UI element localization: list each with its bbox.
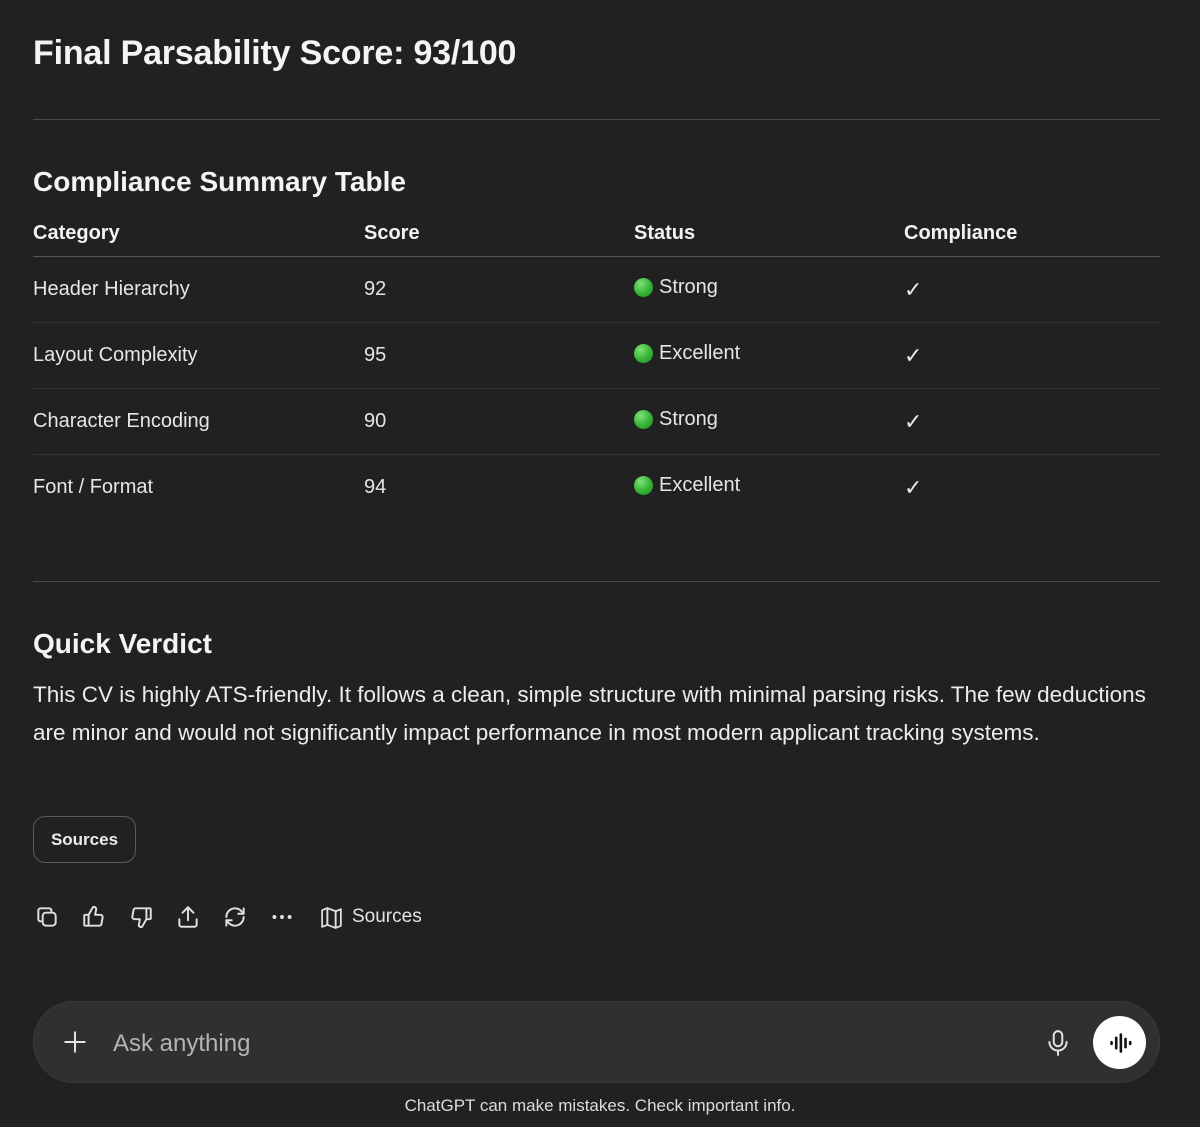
score-cell: 92 — [364, 256, 634, 323]
check-icon: ✓ — [904, 388, 1160, 455]
verdict-heading: Quick Verdict — [33, 628, 212, 659]
thumbs-up-icon[interactable] — [80, 903, 108, 931]
column-header-compliance: Compliance — [904, 210, 1160, 257]
category-cell: Font / Format — [33, 476, 154, 498]
ask-input[interactable] — [111, 1022, 995, 1066]
regenerate-icon[interactable] — [221, 903, 249, 931]
column-header-status: Status — [634, 210, 904, 257]
table-row: Character Encoding 90 Strong ✓ — [33, 388, 1160, 455]
compliance-heading: Compliance Summary Table — [33, 166, 406, 197]
status-label: Excellent — [659, 342, 741, 364]
table-row: Font / Format 94 Excellent ✓ — [33, 455, 1160, 521]
composer — [33, 1001, 1160, 1083]
disclaimer-text: ChatGPT can make mistakes. Check importa… — [404, 1096, 796, 1115]
status-label: Excellent — [659, 474, 741, 496]
check-icon: ✓ — [904, 322, 1160, 389]
divider — [33, 119, 1160, 120]
copy-icon[interactable] — [33, 903, 61, 931]
green-circle-icon — [634, 476, 653, 495]
verdict-text: This CV is highly ATS-friendly. It follo… — [33, 682, 1146, 745]
thumbs-down-icon[interactable] — [127, 903, 155, 931]
sources-button[interactable]: Sources — [33, 816, 136, 863]
book-icon — [321, 906, 342, 929]
status-label: Strong — [659, 408, 718, 430]
status-cell: Excellent — [634, 455, 904, 521]
green-circle-icon — [634, 278, 653, 297]
more-icon[interactable] — [268, 903, 296, 931]
voice-mode-button[interactable] — [1093, 1016, 1146, 1069]
divider — [33, 581, 1160, 582]
status-cell: Strong — [634, 256, 904, 323]
share-icon[interactable] — [174, 903, 202, 931]
sources-action-label: Sources — [352, 906, 422, 927]
voice-waveform-icon — [1109, 1032, 1131, 1053]
status-cell: Excellent — [634, 322, 904, 389]
sources-action-button[interactable]: Sources — [319, 905, 422, 930]
score-cell: 94 — [364, 476, 387, 498]
final-score-heading: Final Parsability Score: 93/100 — [33, 34, 517, 72]
green-circle-icon — [634, 344, 653, 363]
category-cell: Layout Complexity — [33, 322, 364, 389]
column-header-category: Category — [33, 210, 364, 257]
green-circle-icon — [634, 410, 653, 429]
table-header-row: Category Score Status Compliance — [33, 210, 1160, 257]
score-cell: 95 — [364, 322, 634, 389]
score-cell: 90 — [364, 388, 634, 455]
table-row: Layout Complexity 95 Excellent ✓ — [33, 322, 1160, 389]
check-icon: ✓ — [904, 474, 923, 500]
compliance-table: Category Score Status Compliance Header … — [33, 210, 1160, 520]
table-row: Header Hierarchy 92 Strong ✓ — [33, 256, 1160, 323]
column-header-score: Score — [364, 210, 634, 257]
status-label: Strong — [659, 276, 718, 298]
microphone-icon[interactable] — [1045, 1029, 1071, 1057]
message-actions: Sources — [33, 897, 422, 937]
check-icon: ✓ — [904, 256, 1160, 323]
status-cell: Strong — [634, 388, 904, 455]
category-cell: Header Hierarchy — [33, 256, 364, 323]
plus-icon[interactable] — [62, 1029, 88, 1055]
category-cell: Character Encoding — [33, 388, 364, 455]
